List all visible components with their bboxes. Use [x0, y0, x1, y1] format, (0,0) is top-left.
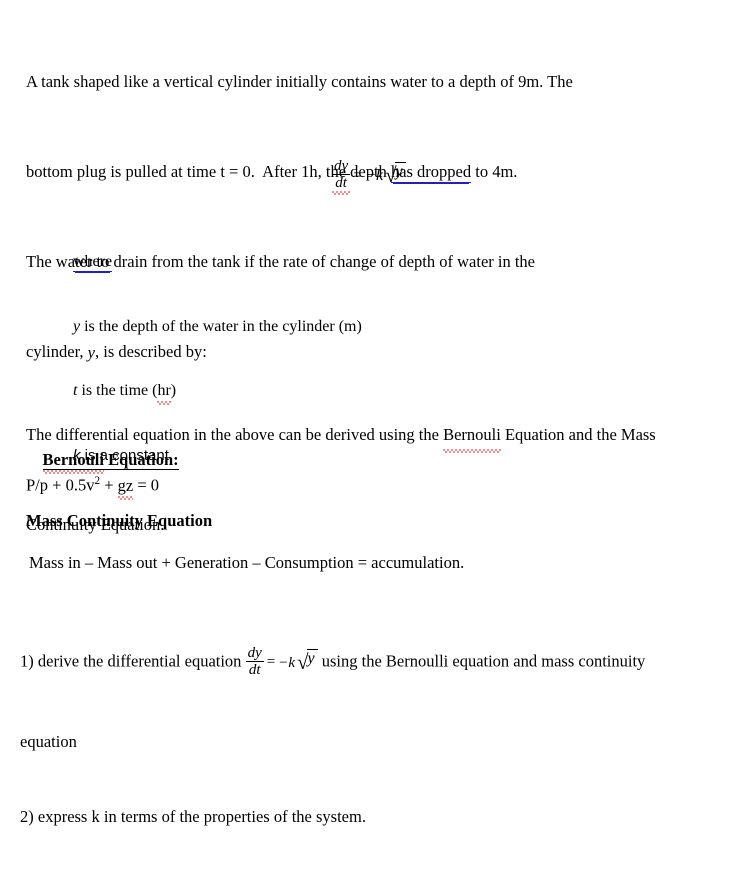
- inline-derivative-fraction: dy dt: [245, 645, 264, 678]
- equals-sign: =: [353, 166, 363, 184]
- task-item-1-continuation: equation: [20, 732, 77, 751]
- bernouli-misspelling-heading: Bernouli: [42, 450, 105, 474]
- mass-continuity-formula: Mass in – Mass out + Generation – Consum…: [29, 553, 465, 572]
- fraction-denominator: dt: [332, 174, 351, 195]
- mass-continuity-heading: Mass Continuity Equation: [26, 511, 213, 530]
- derivative-fraction: dy dt: [332, 158, 351, 195]
- task-item-1: 1) derive the differential equation dy dt…: [20, 646, 732, 679]
- where-label-line: where: [73, 251, 503, 273]
- bernouli-heading-rest: Equation:: [103, 450, 179, 469]
- document-page: A tank shaped like a vertical cylinder i…: [0, 0, 737, 826]
- bernouli-eq-part-b: +: [100, 475, 118, 495]
- task-1-text-b: using the Bernoulli equation and mass co…: [317, 651, 646, 671]
- inline-equals-sign: =: [266, 654, 276, 671]
- tasks-list: 1) derive the differential equation dy dt…: [20, 597, 732, 879]
- intro-line-1: A tank shaped like a vertical cylinder i…: [26, 67, 726, 97]
- definition-y: y is the depth of the water in the cylin…: [73, 316, 503, 338]
- definition-y-text: is the depth of the water in the cylinde…: [80, 317, 362, 335]
- bernouli-eq-part-c: = 0: [133, 475, 160, 495]
- bernouli-equation-formula: P/p + 0.5v2 + gz = 0: [26, 470, 160, 500]
- inline-square-root-group: √y: [295, 648, 318, 676]
- bernouli-misspelling-inline: Bernouli: [443, 420, 501, 453]
- where-label[interactable]: where: [73, 253, 113, 272]
- square-root-group: √y: [383, 161, 406, 187]
- inline-fraction-denominator: dt: [245, 661, 264, 678]
- inline-fraction-numerator: dy: [247, 645, 262, 661]
- task-item-2: 2) express k in terms of the properties …: [20, 807, 366, 826]
- intro-line-1-text: A tank shaped like a vertical cylinder i…: [26, 72, 573, 91]
- gz-misspelling: gz: [117, 475, 134, 500]
- display-equation: dy dt = −k√y: [332, 158, 406, 195]
- fraction-numerator: dy: [334, 158, 349, 174]
- derivation-line-1-b: Equation and the Mass: [500, 425, 656, 444]
- task-1-inline-equation: dy dt = −k√y: [245, 646, 318, 678]
- task-1-text-a: 1) derive the differential equation: [20, 651, 246, 671]
- minus-k-term: −k: [365, 167, 384, 184]
- inline-radicand: y: [306, 648, 318, 666]
- intro-line-2-text-b: to 4m.: [471, 162, 518, 181]
- bernouli-heading-underline: Bernouli Equation:: [42, 450, 179, 474]
- bernouli-eq-part-a: P/p + 0.5v: [26, 475, 95, 495]
- radicand: y: [394, 161, 406, 179]
- inline-minus-k-term: −k: [278, 654, 295, 671]
